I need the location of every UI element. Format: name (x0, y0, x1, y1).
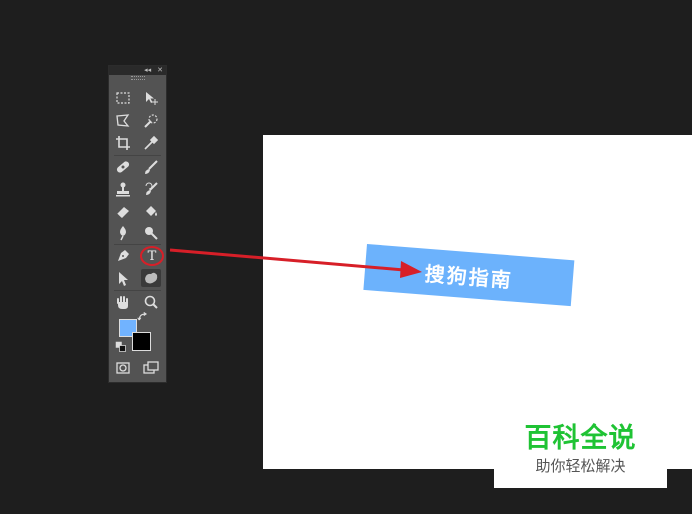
tool-separator (114, 290, 161, 291)
pen-tool-icon[interactable] (113, 247, 133, 265)
rectangular-marquee-tool-icon[interactable] (113, 89, 133, 107)
history-brush-tool-icon[interactable] (141, 180, 161, 198)
type-tool-glyph: T (147, 249, 157, 264)
swap-colors-icon[interactable] (137, 311, 149, 323)
hand-tool-icon[interactable] (113, 293, 133, 311)
background-color-swatch[interactable] (132, 332, 151, 351)
screen-mode-icon[interactable] (141, 359, 161, 377)
tools-panel-header: ◂◂ ✕ (109, 66, 166, 75)
paint-bucket-tool-icon[interactable] (141, 202, 161, 220)
path-selection-tool-icon[interactable] (113, 270, 133, 288)
tool-separator (114, 244, 161, 245)
eyedropper-tool-icon[interactable] (141, 134, 161, 152)
quick-selection-tool-icon[interactable] (141, 112, 161, 130)
spot-healing-brush-tool-icon[interactable] (113, 158, 133, 176)
watermark-title: 百科全说 (524, 423, 637, 454)
move-tool-icon[interactable] (141, 89, 161, 107)
eraser-tool-icon[interactable] (113, 202, 133, 220)
brush-tool-icon[interactable] (141, 158, 161, 176)
type-tool-icon[interactable]: T (140, 246, 164, 266)
close-icon[interactable]: ✕ (157, 67, 163, 74)
polygonal-lasso-tool-icon[interactable] (113, 112, 133, 130)
canvas-label-text: 搜狗指南 (423, 261, 514, 292)
quick-mask-icon[interactable] (113, 359, 133, 377)
tool-separator (114, 155, 161, 156)
blur-tool-icon[interactable] (113, 224, 133, 242)
collapse-icon[interactable]: ◂◂ (144, 67, 151, 74)
crop-tool-icon[interactable] (113, 134, 133, 152)
custom-shape-tool-icon[interactable] (141, 269, 161, 287)
default-colors-icon[interactable] (115, 341, 127, 353)
watermark-subtitle: 助你轻松解决 (535, 457, 626, 475)
watermark: 百科全说 助你轻松解决 (494, 417, 667, 488)
dodge-tool-icon[interactable] (141, 224, 161, 242)
panel-grip[interactable] (109, 75, 166, 81)
clone-stamp-tool-icon[interactable] (113, 180, 133, 198)
